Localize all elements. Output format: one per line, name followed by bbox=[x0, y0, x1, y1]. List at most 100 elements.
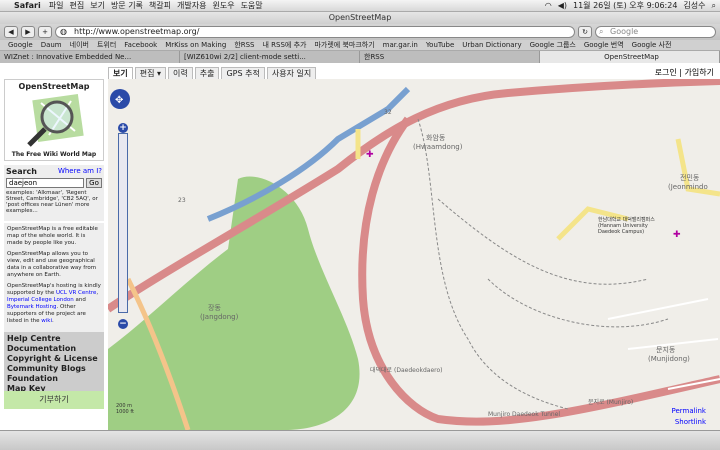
link-documentation[interactable]: Documentation bbox=[7, 344, 101, 354]
shortlink-link[interactable]: Shortlink bbox=[675, 418, 706, 426]
bookmark-naver[interactable]: 네이버 bbox=[70, 40, 89, 50]
address-bar[interactable]: ◍ http://www.openstreetmap.org/ bbox=[55, 26, 575, 38]
bookmark-margaret[interactable]: 마가렛에 북마크하기 bbox=[314, 40, 374, 50]
volume-icon[interactable]: ◀) bbox=[558, 1, 567, 10]
zoom-slider[interactable] bbox=[118, 133, 128, 313]
label-road-32: 32 bbox=[384, 109, 392, 116]
addtab-button[interactable]: + bbox=[38, 26, 52, 38]
menu-item-bookmarks[interactable]: 책갈피 bbox=[149, 0, 171, 11]
bookmark-translate[interactable]: Google 번역 bbox=[584, 40, 624, 50]
hospital-icon[interactable]: ✚ bbox=[673, 230, 681, 240]
where-am-i-link[interactable]: Where am I? bbox=[58, 167, 102, 176]
pan-arrows-icon: ✥ bbox=[115, 95, 123, 106]
bookmark-urban[interactable]: Urban Dictionary bbox=[462, 41, 521, 49]
osm-tab-edit[interactable]: 편집 ▾ bbox=[134, 67, 167, 79]
tab-hanrss[interactable]: 한RSS bbox=[360, 51, 540, 63]
label-munji: 문지동 bbox=[656, 346, 676, 354]
bookmark-groups[interactable]: Google 그룹스 bbox=[530, 40, 576, 50]
tab-bar: WIZnet : Innovative Embedded Ne... [WIZ6… bbox=[0, 51, 720, 63]
map-canvas[interactable]: ✚ ✚ bbox=[108, 79, 720, 430]
label-jeon-en: (Jeonmindo bbox=[668, 183, 708, 191]
window-title: OpenStreetMap bbox=[0, 12, 720, 24]
menu-item-window[interactable]: 윈도우 bbox=[212, 0, 234, 11]
imperial-link[interactable]: Imperial College London bbox=[7, 297, 74, 303]
osm-tab-gps[interactable]: GPS 추적 bbox=[221, 67, 265, 79]
search-title: Search bbox=[6, 167, 37, 176]
info-p3-text-i: . bbox=[52, 318, 54, 324]
info-p3-text-c: , bbox=[96, 290, 99, 296]
label-tunnel: Munjiro Daedeok Tunnel bbox=[488, 411, 561, 418]
osm-tab-export[interactable]: 추출 bbox=[194, 67, 220, 79]
ucl-link[interactable]: UCL VR Centre bbox=[56, 290, 96, 296]
place-search-input[interactable] bbox=[6, 178, 84, 188]
forward-button[interactable]: ▶ bbox=[21, 26, 35, 38]
menu-item-develop[interactable]: 개발자용 bbox=[177, 0, 206, 11]
back-button[interactable]: ◀ bbox=[4, 26, 18, 38]
logo-subtitle: The Free Wiki World Map bbox=[11, 151, 97, 158]
bookmark-facebook[interactable]: Facebook bbox=[124, 41, 157, 49]
osm-tab-view[interactable]: 보기 bbox=[108, 67, 133, 79]
globe-icon: ◍ bbox=[60, 27, 67, 36]
info-p2: OpenStreetMap allows you to view, edit a… bbox=[7, 251, 97, 278]
bookmark-google[interactable]: Google bbox=[8, 41, 33, 49]
search-icon: ⌕ bbox=[599, 27, 604, 36]
info-p1: OpenStreetMap is a free editable map of … bbox=[7, 226, 98, 246]
link-help-centre[interactable]: Help Centre bbox=[7, 334, 101, 344]
hospital-icon[interactable]: ✚ bbox=[366, 150, 374, 160]
label-munjiro: 문지로 (Munjiro) bbox=[588, 399, 634, 406]
bookmarks-bar: Google Daum 네이버 트위터 Facebook MrKiss on M… bbox=[0, 40, 720, 51]
label-jang: 장동 bbox=[208, 304, 221, 312]
bookmark-add-rss[interactable]: 내 RSS에 추가 bbox=[263, 40, 307, 50]
bookmark-twitter[interactable]: 트위터 bbox=[97, 40, 116, 50]
zoom-in-button[interactable]: + bbox=[118, 123, 128, 133]
scale-feet: 1000 ft bbox=[116, 409, 134, 415]
zoom-out-button[interactable]: − bbox=[118, 319, 128, 329]
wiki-link[interactable]: wiki bbox=[41, 318, 52, 324]
menu-item-edit[interactable]: 편집 bbox=[69, 0, 84, 11]
link-community-blogs[interactable]: Community Blogs bbox=[7, 364, 101, 374]
link-copyright[interactable]: Copyright & License bbox=[7, 354, 101, 364]
osm-tab-diaries[interactable]: 사용자 일지 bbox=[266, 67, 317, 79]
menu-bar: Safari 파일 편집 보기 방문 기록 책갈피 개발자용 윈도우 도움말 ◠… bbox=[0, 0, 720, 12]
pan-control[interactable]: ✥ bbox=[108, 79, 132, 119]
map-view[interactable]: ✚ ✚ 화암동 (Hwaamdong) 장동 (Jangdong) 문지동 (M… bbox=[108, 79, 720, 430]
go-button[interactable]: Go bbox=[86, 178, 102, 188]
osm-logo[interactable]: OpenStreetMap The Free Wiki World Map bbox=[4, 79, 104, 161]
menu-item-history[interactable]: 방문 기록 bbox=[111, 0, 143, 11]
label-hwaam-en: (Hwaamdong) bbox=[413, 143, 463, 151]
reload-button[interactable]: ↻ bbox=[578, 26, 592, 38]
clock-text[interactable]: 11월 26일 (토) 오후 9:06:24 bbox=[573, 0, 677, 11]
tab-openstreetmap[interactable]: OpenStreetMap bbox=[540, 51, 720, 63]
wifi-icon[interactable]: ◠ bbox=[545, 1, 552, 10]
label-daedeok-road: 대덕대로 (Daedeokdaero) bbox=[370, 367, 443, 374]
bookmark-youtube[interactable]: YouTube bbox=[426, 41, 454, 49]
links-box: Help Centre Documentation Copyright & Li… bbox=[4, 332, 104, 396]
spotlight-icon[interactable]: ⌕ bbox=[712, 1, 716, 11]
label-jang-en: (Jangdong) bbox=[200, 313, 239, 321]
tab-wiz610[interactable]: [WIZ610wi 2/2] client-mode setti... bbox=[180, 51, 360, 63]
menu-item-help[interactable]: 도움말 bbox=[241, 0, 263, 11]
bookmark-margarin[interactable]: mar.gar.in bbox=[383, 41, 418, 49]
search-field[interactable]: ⌕ Google bbox=[595, 26, 716, 38]
menu-item-file[interactable]: 파일 bbox=[49, 0, 64, 11]
login-link[interactable]: 로그인 | 가입하기 bbox=[655, 67, 714, 78]
browser-toolbar: ◀ ▶ + ◍ http://www.openstreetmap.org/ ↻ ⌕… bbox=[0, 24, 720, 40]
bookmark-mrkiss[interactable]: MrKiss on Making bbox=[165, 41, 226, 49]
tab-wiznet[interactable]: WIZnet : Innovative Embedded Ne... bbox=[0, 51, 180, 63]
link-foundation[interactable]: Foundation bbox=[7, 374, 101, 384]
bookmark-dictionary[interactable]: Google 사전 bbox=[632, 40, 672, 50]
label-jeon: 전민동 bbox=[680, 174, 700, 182]
osm-tab-history[interactable]: 이력 bbox=[168, 67, 193, 79]
bytemark-link[interactable]: Bytemark Hosting bbox=[7, 304, 57, 310]
menu-app-name[interactable]: Safari bbox=[14, 1, 41, 10]
bookmark-hanrss[interactable]: 한RSS bbox=[234, 40, 254, 50]
donate-button[interactable]: 기부하기 bbox=[4, 391, 104, 409]
menu-item-view[interactable]: 보기 bbox=[90, 0, 105, 11]
label-hwaam: 화암동 bbox=[426, 134, 446, 142]
sidebar: OpenStreetMap The Free Wiki World Map Se… bbox=[0, 79, 108, 450]
label-munji-en: (Munjidong) bbox=[648, 355, 690, 363]
forest-area bbox=[108, 176, 360, 430]
bookmark-daum[interactable]: Daum bbox=[41, 41, 62, 49]
permalink-link[interactable]: Permalink bbox=[671, 407, 706, 415]
user-name[interactable]: 김성수 bbox=[683, 0, 705, 11]
